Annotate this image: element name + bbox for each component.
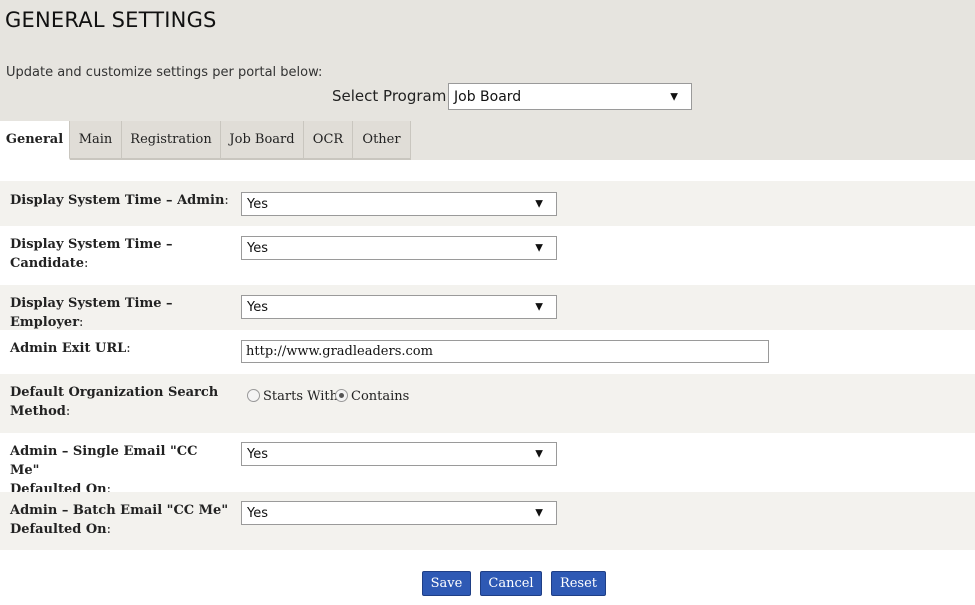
- setting-row-display-time-admin: Display System Time – Admin: Yes ▼: [0, 181, 975, 226]
- contains-radio[interactable]: [335, 389, 348, 402]
- select-value: Yes: [247, 446, 268, 462]
- select-value: Yes: [247, 299, 268, 315]
- tab-other[interactable]: Other: [353, 121, 411, 160]
- tab-registration[interactable]: Registration: [122, 121, 221, 160]
- display-time-admin-select[interactable]: Yes ▼: [241, 192, 557, 216]
- tab-general[interactable]: General: [0, 121, 70, 160]
- caret-down-icon: ▼: [535, 198, 543, 210]
- setting-label: Admin – Batch Email "CC Me" Defaulted On:: [10, 503, 229, 537]
- admin-exit-url-input[interactable]: http://www.gradleaders.com: [241, 340, 769, 363]
- caret-down-icon: ▼: [535, 242, 543, 254]
- setting-label: Display System Time – Candidate:: [10, 237, 173, 271]
- page-subtitle: Update and customize settings per portal…: [6, 65, 323, 80]
- caret-down-icon: ▼: [670, 90, 678, 102]
- page-title: GENERAL SETTINGS: [5, 8, 217, 32]
- setting-label: Admin – Single Email "CC Me" Defaulted On…: [10, 444, 198, 497]
- tab-label: Other: [362, 132, 401, 147]
- select-value: Yes: [247, 505, 268, 521]
- setting-label: Admin Exit URL:: [10, 341, 131, 356]
- setting-row-admin-exit-url: Admin Exit URL: http://www.gradleaders.c…: [0, 330, 975, 374]
- single-email-cc-select[interactable]: Yes ▼: [241, 442, 557, 466]
- setting-row-batch-email-cc: Admin – Batch Email "CC Me" Defaulted On:…: [0, 492, 975, 550]
- setting-row-single-email-cc: Admin – Single Email "CC Me" Defaulted On…: [0, 433, 975, 497]
- tab-label: Registration: [130, 132, 212, 147]
- select-program-label: Select Program:: [332, 87, 452, 105]
- setting-label: Display System Time – Employer:: [10, 296, 173, 330]
- header: GENERAL SETTINGS Update and customize se…: [0, 0, 975, 160]
- program-select[interactable]: Job Board ▼: [448, 83, 692, 110]
- batch-email-cc-select[interactable]: Yes ▼: [241, 501, 557, 525]
- starts-with-label: Starts With: [263, 389, 339, 404]
- reset-button[interactable]: Reset: [551, 571, 606, 596]
- program-select-value: Job Board: [454, 88, 522, 105]
- setting-row-display-time-employer: Display System Time – Employer: Yes ▼: [0, 285, 975, 330]
- tab-label: Job Board: [229, 132, 295, 147]
- save-button[interactable]: Save: [422, 571, 471, 596]
- select-value: Yes: [247, 196, 268, 212]
- setting-row-display-time-candidate: Display System Time – Candidate: Yes ▼: [0, 226, 975, 285]
- setting-row-org-search-method: Default Organization Search Method: Start…: [0, 374, 975, 433]
- caret-down-icon: ▼: [535, 507, 543, 519]
- tab-ocr[interactable]: OCR: [304, 121, 353, 160]
- input-value: http://www.gradleaders.com: [246, 344, 433, 359]
- cancel-button[interactable]: Cancel: [480, 571, 542, 596]
- tab-main[interactable]: Main: [70, 121, 122, 160]
- caret-down-icon: ▼: [535, 448, 543, 460]
- select-value: Yes: [247, 240, 268, 256]
- tab-label: OCR: [312, 132, 344, 147]
- caret-down-icon: ▼: [535, 301, 543, 313]
- tab-label: General: [5, 132, 64, 147]
- tab-label: Main: [78, 132, 113, 147]
- display-time-candidate-select[interactable]: Yes ▼: [241, 236, 557, 260]
- contains-label: Contains: [351, 389, 410, 404]
- setting-label: Display System Time – Admin:: [10, 193, 229, 208]
- tab-job-board[interactable]: Job Board: [221, 121, 304, 160]
- starts-with-radio[interactable]: [247, 389, 260, 402]
- setting-label: Default Organization Search Method:: [10, 385, 219, 419]
- display-time-employer-select[interactable]: Yes ▼: [241, 295, 557, 319]
